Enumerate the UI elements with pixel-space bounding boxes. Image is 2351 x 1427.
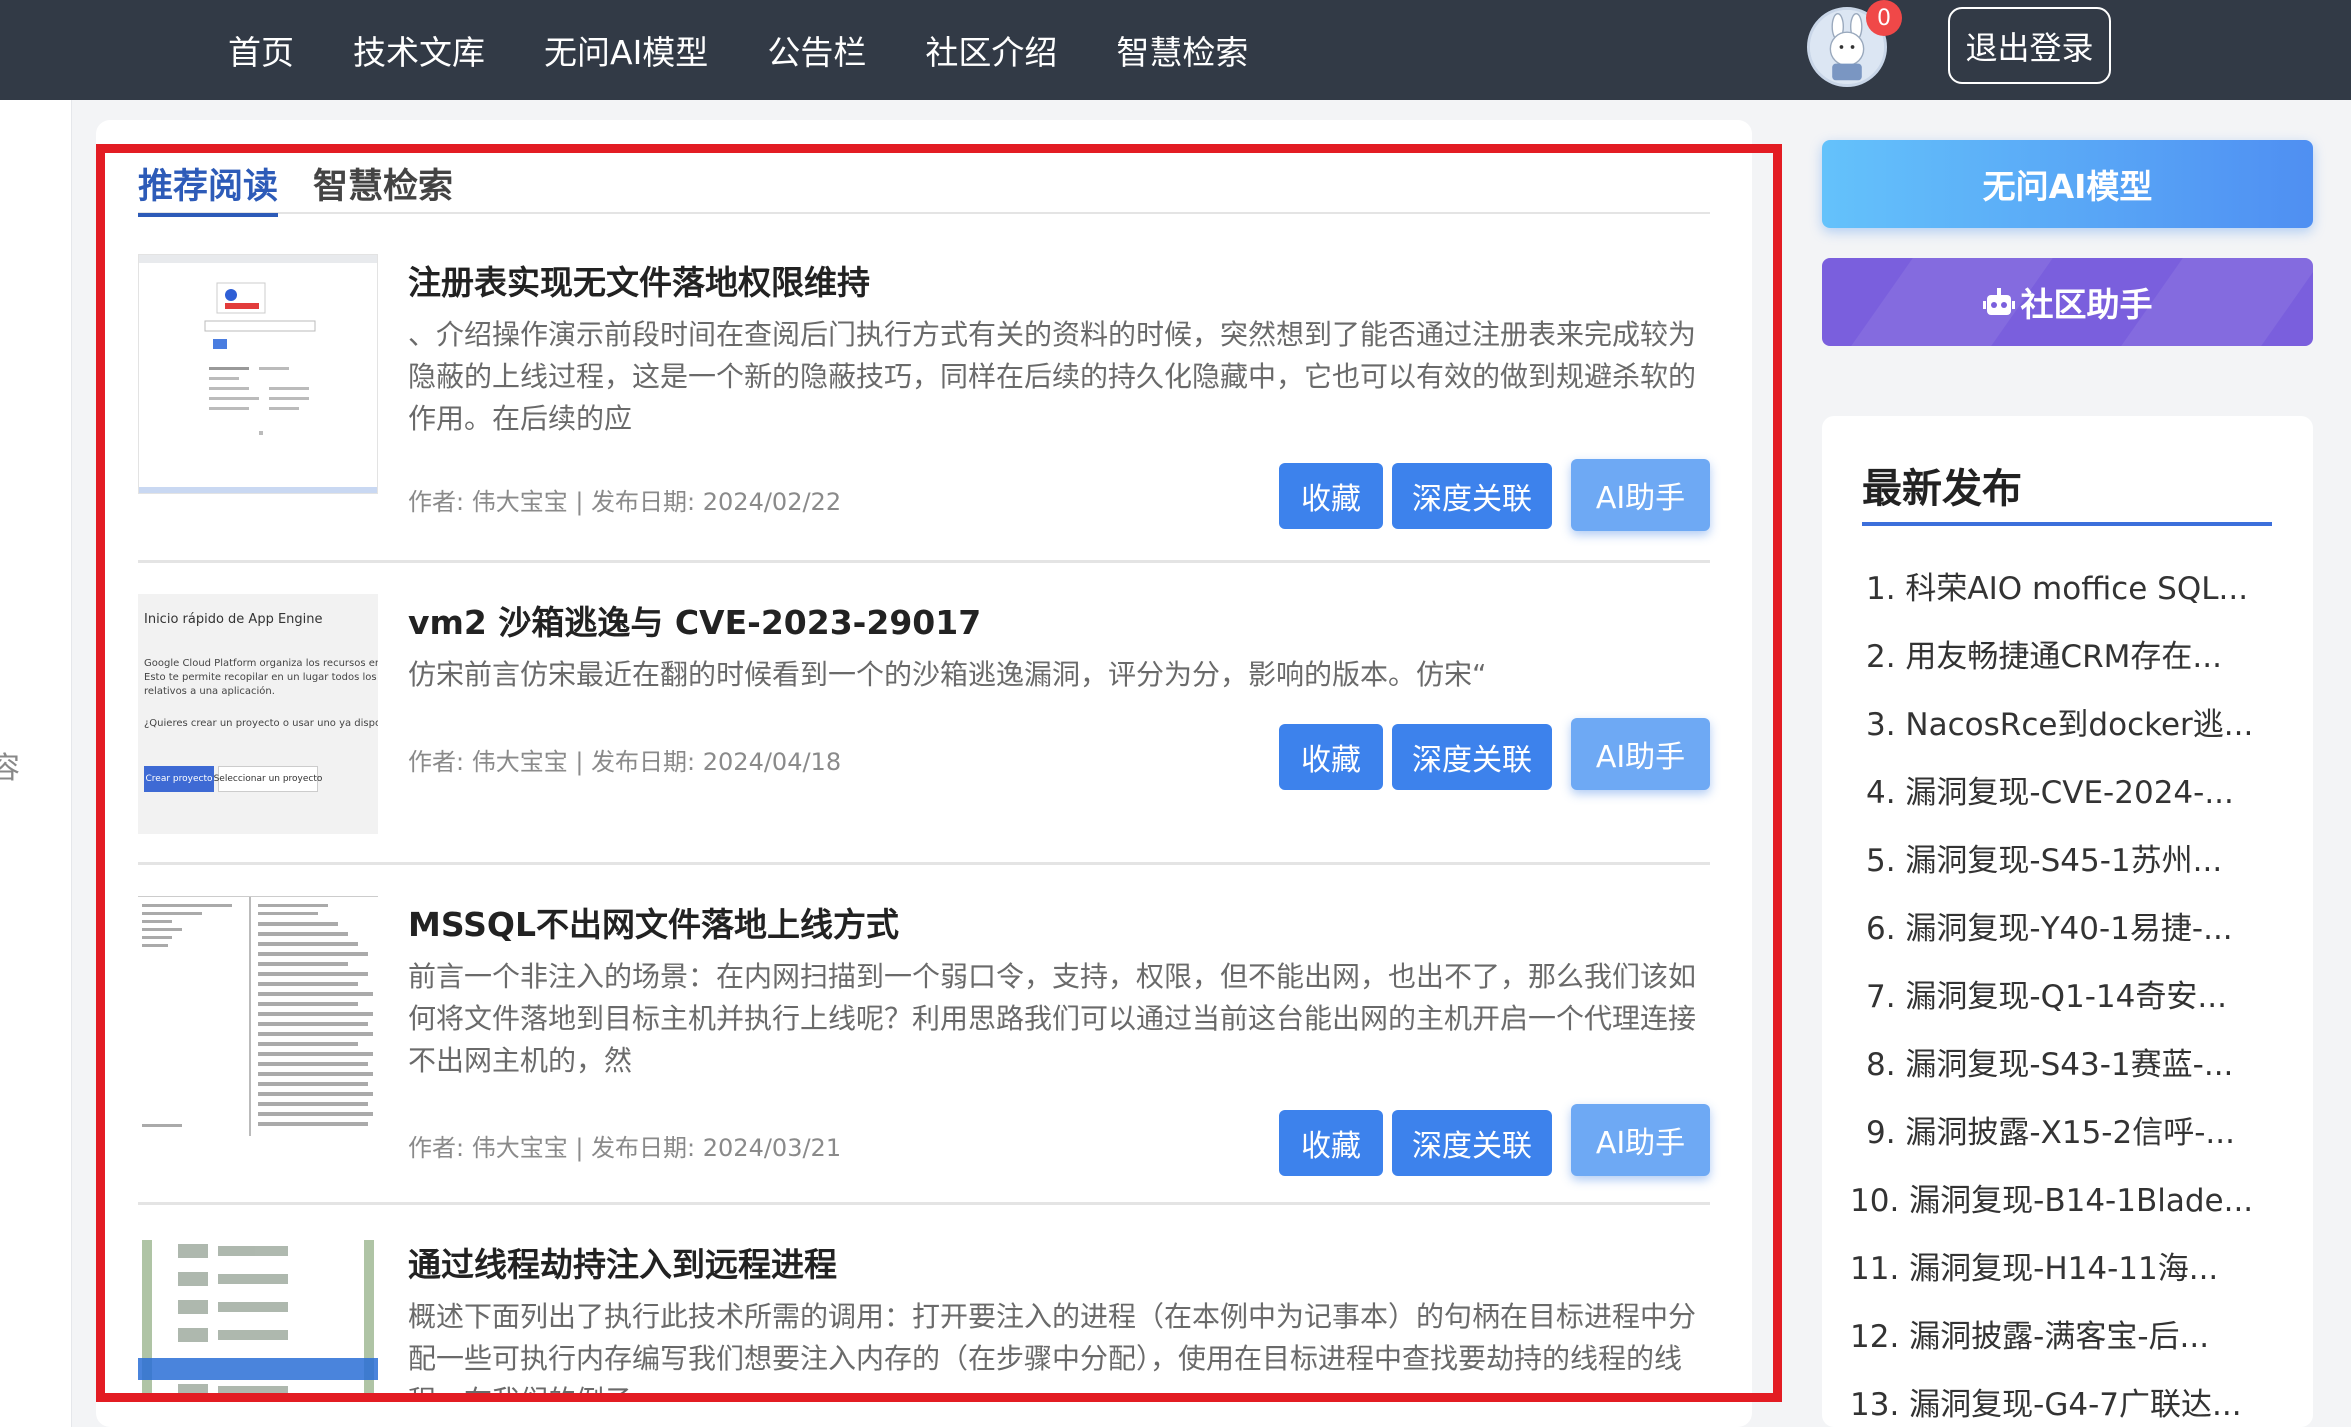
screenshot-thumbnail-icon (138, 1240, 378, 1400)
deep-link-button[interactable]: 深度关联 (1392, 724, 1552, 790)
screenshot-thumbnail-icon (139, 255, 377, 493)
thumbnail-text: Google Cloud Platform organiza los recur… (144, 658, 378, 669)
favorite-button[interactable]: 收藏 (1279, 724, 1383, 790)
article-title[interactable]: MSSQL不出网文件落地上线方式 (408, 898, 899, 946)
thumbnail-text: ¿Quieres crear un proyecto o usar uno ya… (144, 718, 378, 729)
robot-icon (1982, 288, 2015, 315)
article-divider (138, 862, 1710, 865)
content-tabs: 推荐阅读 智慧检索 (138, 158, 1710, 217)
latest-post-item[interactable]: 12. 漏洞披露-满客宝-后... (1850, 1311, 2250, 1356)
latest-post-item[interactable]: 8. 漏洞复现-S43-1赛蓝-... (1866, 1039, 2266, 1084)
left-side-panel: 容 (0, 100, 72, 1427)
left-panel-partial-text: 容 (0, 751, 20, 786)
nav-tech-library[interactable]: 技术文库 (353, 26, 485, 74)
article-title[interactable]: 通过线程劫持注入到远程进程 (408, 1238, 837, 1286)
article-meta: 作者: 伟大宝宝 | 发布日期: 2024/03/21 (408, 1134, 842, 1162)
article-thumbnail[interactable] (138, 896, 378, 1136)
nav-community-intro[interactable]: 社区介绍 (925, 26, 1057, 74)
favorite-button[interactable]: 收藏 (1279, 463, 1383, 529)
logout-button[interactable]: 退出登录 (1948, 7, 2111, 84)
deep-link-button[interactable]: 深度关联 (1392, 463, 1552, 529)
article-item[interactable]: MSSQL不出网文件落地上线方式 前言一个非注入的场景：在内网扫描到一个弱口令，… (138, 892, 1710, 1192)
article-summary: 仿宋前言仿宋最近在翻的时候看到一个的沙箱逃逸漏洞，评分为分，影响的版本。仿宋“ (408, 658, 1487, 691)
article-thumbnail[interactable]: Inicio rápido de App Engine Google Cloud… (138, 594, 378, 834)
article-summary: 、介绍操作演示前段时间在查阅后门执行方式有关的资料的时候，突然想到了能否通过注册… (408, 318, 1697, 435)
article-divider (138, 1202, 1710, 1205)
article-meta: 作者: 伟大宝宝 | 发布日期: 2024/02/22 (408, 488, 842, 516)
thumbnail-button: Crear proyecto (144, 766, 214, 792)
latest-post-item[interactable]: 6. 漏洞复现-Y40-1易捷-... (1866, 903, 2266, 948)
latest-post-item[interactable]: 1. 科荣AIO moffice SQL... (1866, 563, 2266, 608)
nav-smart-search[interactable]: 智慧检索 (1116, 26, 1248, 74)
article-summary: 前言一个非注入的场景：在内网扫描到一个弱口令，支持，权限，但不能出网，也出不了，… (408, 960, 1697, 1077)
thumbnail-heading: Inicio rápido de App Engine (144, 612, 323, 627)
thumbnail-button: Seleccionar un proyecto (214, 766, 322, 792)
latest-post-item[interactable]: 9. 漏洞披露-X15-2信呼-... (1866, 1107, 2266, 1152)
nav-bulletin[interactable]: 公告栏 (767, 26, 866, 74)
favorite-button[interactable]: 收藏 (1279, 1110, 1383, 1176)
nav-ai-model[interactable]: 无问AI模型 (544, 26, 708, 74)
latest-post-item[interactable]: 5. 漏洞复现-S45-1苏州... (1866, 835, 2266, 880)
article-title[interactable]: 注册表实现无文件落地权限维持 (408, 256, 870, 304)
latest-post-item[interactable]: 11. 漏洞复现-H14-11海... (1850, 1243, 2250, 1288)
latest-post-item[interactable]: 4. 漏洞复现-CVE-2024-... (1866, 767, 2266, 812)
article-meta: 作者: 伟大宝宝 | 发布日期: 2024/04/18 (408, 748, 842, 776)
latest-post-item[interactable]: 3. NacosRce到docker逃... (1866, 699, 2266, 744)
latest-post-item[interactable]: 10. 漏洞复现-B14-1Blade... (1850, 1175, 2250, 1220)
latest-post-item[interactable]: 13. 漏洞复现-G4-7广联达... (1850, 1379, 2250, 1424)
article-thumbnail[interactable] (138, 254, 378, 494)
article-item[interactable]: Inicio rápido de App Engine Google Cloud… (138, 590, 1710, 840)
ai-helper-button[interactable]: AI助手 (1571, 1104, 1710, 1176)
deep-link-button[interactable]: 深度关联 (1392, 1110, 1552, 1176)
thumbnail-text: relativos a una aplicación. (144, 686, 275, 697)
latest-post-item[interactable]: 2. 用友畅捷通CRM存在... (1866, 631, 2266, 676)
article-item[interactable]: 通过线程劫持注入到远程进程 概述下面列出了执行此技术所需的调用：打开要注入的进程… (138, 1232, 1710, 1402)
article-summary: 概述下面列出了执行此技术所需的调用：打开要注入的进程（在本例中为记事本）的句柄在… (408, 1300, 1697, 1402)
latest-posts-title: 最新发布 (1862, 466, 2022, 512)
article-item[interactable]: 注册表实现无文件落地权限维持 、介绍操作演示前段时间在查阅后门执行方式有关的资料… (138, 250, 1710, 550)
screenshot-thumbnail-icon (138, 896, 378, 1136)
latest-title-underline (1862, 522, 2272, 526)
article-divider (138, 560, 1710, 563)
article-thumbnail[interactable] (138, 1236, 378, 1402)
latest-post-item[interactable]: 7. 漏洞复现-Q1-14奇安... (1866, 971, 2266, 1016)
thumbnail-text: Esto te permite recopilar en un lugar to… (144, 672, 378, 683)
community-helper-label: 社区助手 (2020, 285, 2153, 324)
nav-home[interactable]: 首页 (228, 26, 294, 74)
main-nav: 首页 技术文库 无问AI模型 公告栏 社区介绍 智慧检索 (228, 0, 1307, 100)
tab-smart-search[interactable]: 智慧检索 (313, 158, 453, 209)
ai-model-button[interactable]: 无问AI模型 (1822, 140, 2313, 228)
article-title[interactable]: vm2 沙箱逃逸与 CVE-2023-29017 (408, 596, 981, 644)
tab-recommended[interactable]: 推荐阅读 (138, 158, 279, 217)
community-helper-button[interactable]: 社区助手 (1822, 258, 2313, 346)
ai-helper-button[interactable]: AI助手 (1571, 459, 1710, 531)
ai-helper-button[interactable]: AI助手 (1571, 718, 1710, 790)
notification-badge[interactable]: 0 (1866, 0, 1902, 36)
